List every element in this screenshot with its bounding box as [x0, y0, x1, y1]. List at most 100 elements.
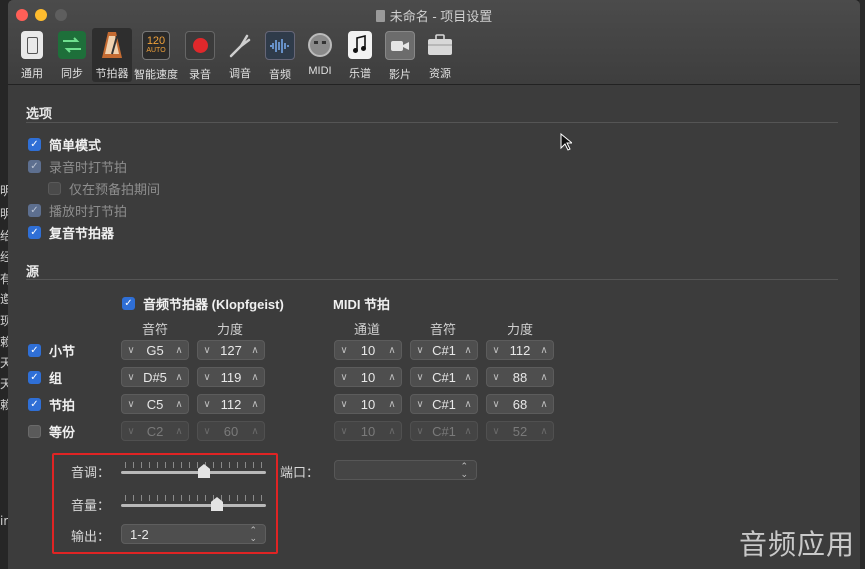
checkbox-audio-click[interactable]: ✓ 音频节拍器 (Klopfgeist): [122, 294, 284, 313]
smart-tempo-auto: AUTO: [146, 47, 166, 54]
tab-label: 乐谱: [349, 68, 371, 80]
port-label: 端口：: [280, 465, 320, 480]
tab-label: 智能速度: [134, 69, 178, 81]
chevron-down-icon[interactable]: ∨: [339, 372, 349, 383]
chevron-up-icon: ∧: [464, 425, 472, 437]
col-head-note: 音符: [142, 322, 169, 337]
group-note-stepper[interactable]: ∨ D#5 ∧: [121, 367, 189, 387]
chevron-down-icon[interactable]: ∨: [126, 372, 136, 383]
group-midi-channel-stepper[interactable]: ∨ 10 ∧: [334, 367, 402, 387]
chevron-down-icon[interactable]: ∨: [491, 399, 501, 410]
group-velocity-stepper[interactable]: ∨ 119 ∧: [197, 367, 265, 387]
chevron-down-icon[interactable]: ∨: [202, 399, 212, 410]
division-midi-velocity-stepper: ∨ 52 ∧: [486, 421, 554, 441]
chevron-up-icon[interactable]: ∧: [539, 345, 549, 356]
chevron-down-icon[interactable]: ∨: [126, 345, 136, 356]
division-midi-note-stepper: ∨ C#1 ∧: [410, 421, 478, 441]
checkbox-division[interactable]: 等份: [28, 422, 75, 441]
checkbox-beat[interactable]: ✓ 节拍: [28, 395, 75, 414]
record-icon: [185, 31, 215, 60]
chevron-up-icon[interactable]: ∧: [250, 399, 260, 410]
checkbox-polyphonic-click[interactable]: ✓ 复音节拍器: [28, 223, 114, 242]
checkbox-simple-mode[interactable]: ✓ 简单模式: [28, 135, 101, 154]
tab-audio[interactable]: 音频: [260, 28, 300, 82]
general-switch-icon: [21, 31, 43, 59]
tab-metronome[interactable]: 节拍器: [92, 28, 132, 82]
chevron-up-icon[interactable]: ∧: [250, 372, 260, 383]
group-midi-velocity-stepper[interactable]: ∨ 88 ∧: [486, 367, 554, 387]
chevron-down-icon: ∨: [203, 425, 211, 437]
checkbox-click-while-playing[interactable]: ✓ 播放时打节拍: [28, 201, 127, 220]
beat-note-stepper[interactable]: ∨ C5 ∧: [121, 394, 189, 414]
checkbox-label: 播放时打节拍: [49, 204, 128, 219]
tab-assets[interactable]: 资源: [420, 28, 460, 82]
checkbox-checked-icon: ✓: [122, 297, 135, 310]
checkbox-label: 复音节拍器: [49, 226, 115, 241]
chevron-up-icon[interactable]: ∧: [463, 399, 473, 410]
row-label: 组: [49, 371, 63, 386]
chevron-down-icon[interactable]: ∨: [415, 399, 425, 410]
chevron-up-icon[interactable]: ∧: [174, 372, 184, 383]
tab-tuning[interactable]: 调音: [220, 28, 260, 82]
chevron-up-icon[interactable]: ∧: [387, 345, 397, 356]
chevron-up-icon[interactable]: ∧: [250, 345, 260, 356]
chevron-up-icon[interactable]: ∧: [387, 399, 397, 410]
bar-velocity-stepper[interactable]: ∨ 127 ∧: [197, 340, 265, 360]
project-settings-window: 未命名 - 项目设置 通用 同步 节拍器 120 AUTO 智能速度 录音 调音…: [8, 0, 860, 569]
chevron-down-icon[interactable]: ∨: [339, 399, 349, 410]
beat-midi-velocity-stepper[interactable]: ∨ 68 ∧: [486, 394, 554, 414]
chevron-down-icon[interactable]: ∨: [491, 372, 501, 383]
stepper-value: C2: [146, 423, 164, 439]
checkbox-bar[interactable]: ✓ 小节: [28, 341, 75, 360]
beat-velocity-stepper[interactable]: ∨ 112 ∧: [197, 394, 265, 414]
stepper-value: C5: [146, 396, 164, 412]
stepper-value: 112: [220, 396, 242, 412]
bar-midi-note-stepper[interactable]: ∨ C#1 ∧: [410, 340, 478, 360]
tab-recording[interactable]: 录音: [180, 28, 220, 82]
chevron-down-icon[interactable]: ∨: [415, 345, 425, 356]
tab-general[interactable]: 通用: [12, 28, 52, 82]
midi-port-icon: [306, 31, 334, 59]
group-midi-note-stepper[interactable]: ∨ C#1 ∧: [410, 367, 478, 387]
source-section-title: 源: [26, 264, 40, 279]
bar-midi-channel-stepper[interactable]: ∨ 10 ∧: [334, 340, 402, 360]
chevron-down-icon[interactable]: ∨: [126, 399, 136, 410]
chevron-up-icon[interactable]: ∧: [463, 345, 473, 356]
tab-sync[interactable]: 同步: [52, 28, 92, 82]
beat-midi-channel-stepper[interactable]: ∨ 10 ∧: [334, 394, 402, 414]
chevron-up-icon[interactable]: ∧: [174, 399, 184, 410]
tab-midi[interactable]: MIDI: [300, 28, 340, 82]
checkbox-click-while-recording[interactable]: ✓ 录音时打节拍: [28, 157, 127, 176]
chevron-up-icon[interactable]: ∧: [463, 372, 473, 383]
bar-note-stepper[interactable]: ∨ G5 ∧: [121, 340, 189, 360]
window-title-area: 未命名 - 项目设置: [8, 6, 860, 25]
chevron-up-icon[interactable]: ∧: [539, 399, 549, 410]
tab-movie[interactable]: 影片: [380, 28, 420, 82]
chevron-down-icon[interactable]: ∨: [202, 345, 212, 356]
checkbox-only-during-countin[interactable]: 仅在预备拍期间: [48, 179, 160, 198]
source-divider: [26, 279, 838, 280]
col-head-midi-note: 音符: [430, 322, 457, 337]
tab-label: 通用: [21, 68, 43, 80]
bar-midi-velocity-stepper[interactable]: ∨ 112 ∧: [486, 340, 554, 360]
chevron-down-icon[interactable]: ∨: [491, 345, 501, 356]
checkbox-checked-icon: ✓: [28, 160, 41, 173]
port-popup[interactable]: ⌃ ⌄: [334, 460, 477, 480]
row-label: 小节: [49, 344, 76, 359]
tab-smart-tempo[interactable]: 120 AUTO 智能速度: [132, 28, 180, 82]
tab-score[interactable]: 乐谱: [340, 28, 380, 82]
checkbox-group[interactable]: ✓ 组: [28, 368, 62, 387]
chevron-down-icon[interactable]: ∨: [202, 372, 212, 383]
beat-midi-note-stepper[interactable]: ∨ C#1 ∧: [410, 394, 478, 414]
tab-label: 录音: [189, 69, 211, 81]
checkbox-checked-icon: ✓: [28, 344, 41, 357]
smart-tempo-bpm: 120: [146, 35, 166, 47]
chevron-up-icon[interactable]: ∧: [539, 372, 549, 383]
stepper-value: 10: [360, 369, 376, 385]
chevron-up-icon[interactable]: ∧: [174, 345, 184, 356]
chevron-up-icon: ∧: [388, 425, 396, 437]
stepper-value: G5: [146, 342, 164, 358]
chevron-down-icon[interactable]: ∨: [339, 345, 349, 356]
chevron-up-icon[interactable]: ∧: [387, 372, 397, 383]
chevron-down-icon[interactable]: ∨: [415, 372, 425, 383]
